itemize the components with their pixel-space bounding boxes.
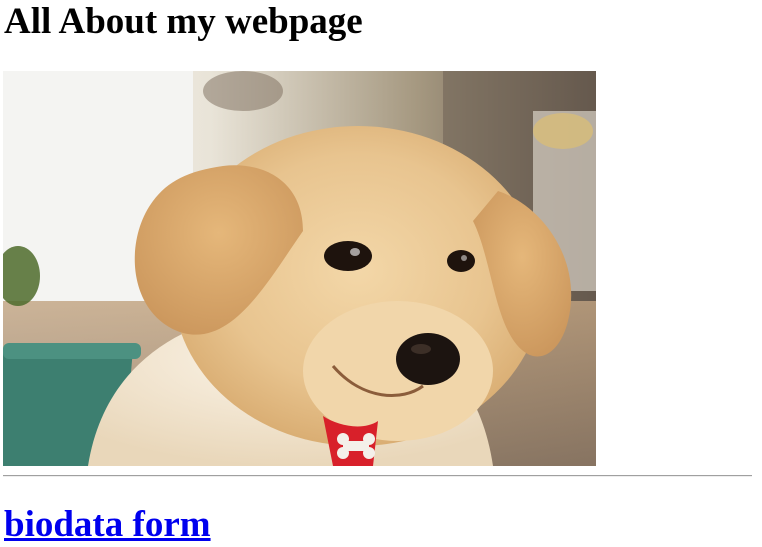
page-title: All About my webpage (4, 1, 363, 42)
horizontal-divider (3, 475, 752, 477)
biodata-form-link[interactable]: biodata form (4, 504, 211, 545)
left-eye (324, 241, 372, 271)
muzzle (303, 301, 493, 441)
right-eye (447, 250, 475, 272)
biodata-form-heading: biodata form (4, 503, 211, 547)
nose (396, 333, 460, 385)
puppy-photo (3, 71, 596, 466)
